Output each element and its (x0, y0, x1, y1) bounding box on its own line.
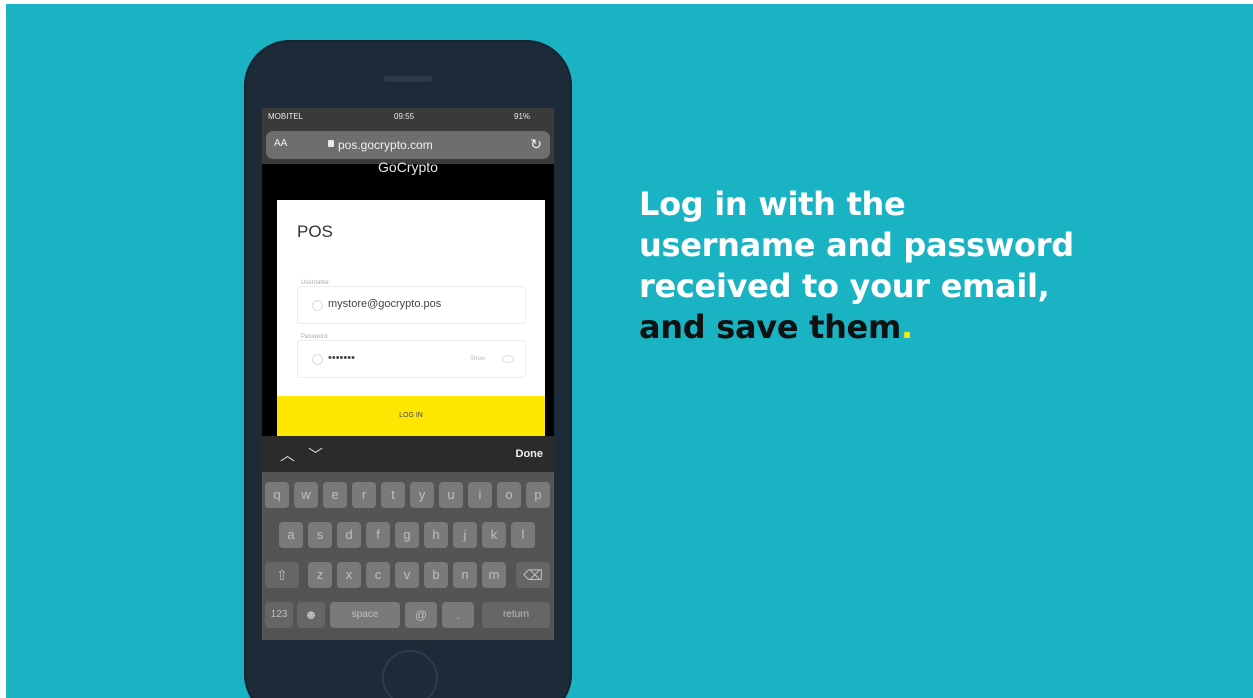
key[interactable]: q (265, 482, 289, 508)
status-time: 09:55 (394, 112, 415, 121)
key[interactable]: z (308, 562, 332, 588)
backspace-key-icon[interactable]: ⌫ (516, 562, 550, 588)
reload-icon[interactable]: ↻ (530, 136, 542, 153)
headline-line-2: username and password (639, 226, 1074, 264)
headline-line-3: received to your email, (639, 267, 1050, 305)
password-value: ••••••• (328, 352, 355, 364)
key[interactable]: h (424, 522, 448, 548)
return-key[interactable]: return (482, 602, 550, 628)
key[interactable]: s (308, 522, 332, 548)
status-bar: MOBITEL 09:55 91% (262, 108, 554, 126)
eye-icon[interactable] (502, 355, 514, 363)
headline-emphasis: and save them (639, 308, 901, 346)
username-value: mystore@gocrypto.pos (328, 298, 442, 310)
key[interactable]: x (337, 562, 361, 588)
key[interactable]: j (453, 522, 477, 548)
headline-period: . (901, 308, 913, 346)
lock-icon (328, 140, 334, 147)
key[interactable]: o (497, 482, 521, 508)
shift-key-icon[interactable]: ⇧ (265, 562, 299, 588)
brand-logo: GoCrypto (378, 162, 438, 175)
lock-icon (312, 354, 323, 365)
key[interactable]: b (424, 562, 448, 588)
earpiece-speaker (384, 76, 432, 82)
emoji-key-icon[interactable]: ☻ (297, 602, 325, 628)
instruction-headline: Log in with the username and password re… (639, 184, 1159, 348)
password-field[interactable]: ••••••• Show (297, 340, 526, 378)
key[interactable]: g (395, 522, 419, 548)
numbers-key[interactable]: 123 (265, 602, 293, 628)
text-size-button[interactable]: AA (274, 138, 287, 149)
home-button (382, 650, 438, 698)
headline-line-1: Log in with the (639, 185, 906, 223)
phone-mockup: MOBITEL 09:55 91% AA pos.gocrypto.com ↻ … (244, 40, 572, 698)
dot-key[interactable]: . (442, 602, 474, 628)
key[interactable]: u (439, 482, 463, 508)
key[interactable]: l (511, 522, 535, 548)
headline-line-4: and save them. (639, 307, 1159, 348)
key[interactable]: r (352, 482, 376, 508)
key[interactable]: v (395, 562, 419, 588)
login-button[interactable]: LOG IN (277, 396, 545, 436)
at-key[interactable]: @ (405, 602, 437, 628)
login-card: POS Username mystore@gocrypto.pos Passwo… (277, 200, 545, 410)
url-field[interactable]: AA pos.gocrypto.com ↻ (266, 131, 550, 159)
key[interactable]: y (410, 482, 434, 508)
keyboard-toolbar: ︿ ﹀ Done (262, 436, 554, 472)
key[interactable]: w (294, 482, 318, 508)
username-field[interactable]: mystore@gocrypto.pos (297, 286, 526, 324)
chevron-down-icon[interactable]: ﹀ (308, 444, 323, 465)
url-text: pos.gocrypto.com (338, 138, 433, 152)
key[interactable]: f (366, 522, 390, 548)
key[interactable]: c (366, 562, 390, 588)
show-password-button[interactable]: Show (470, 356, 485, 362)
key[interactable]: n (453, 562, 477, 588)
space-key[interactable]: space (330, 602, 400, 628)
key[interactable]: i (468, 482, 492, 508)
key[interactable]: d (337, 522, 361, 548)
phone-screen: MOBITEL 09:55 91% AA pos.gocrypto.com ↻ … (262, 108, 554, 640)
chevron-up-icon[interactable]: ︿ (280, 444, 295, 465)
key[interactable]: a (279, 522, 303, 548)
video-frame: MOBITEL 09:55 91% AA pos.gocrypto.com ↻ … (6, 4, 1253, 698)
key[interactable]: k (482, 522, 506, 548)
key[interactable]: e (323, 482, 347, 508)
user-icon (312, 300, 323, 311)
key[interactable]: p (526, 482, 550, 508)
key[interactable]: t (381, 482, 405, 508)
battery-level: 91% (514, 112, 531, 121)
browser-address-bar: AA pos.gocrypto.com ↻ (262, 126, 554, 164)
key[interactable]: m (482, 562, 506, 588)
carrier-label: MOBITEL (268, 112, 304, 121)
done-button[interactable]: Done (516, 448, 544, 460)
onscreen-keyboard: q w e r t y u i o p a s d f g h j k l ⇧ (262, 472, 554, 640)
page-title: POS (297, 222, 333, 241)
